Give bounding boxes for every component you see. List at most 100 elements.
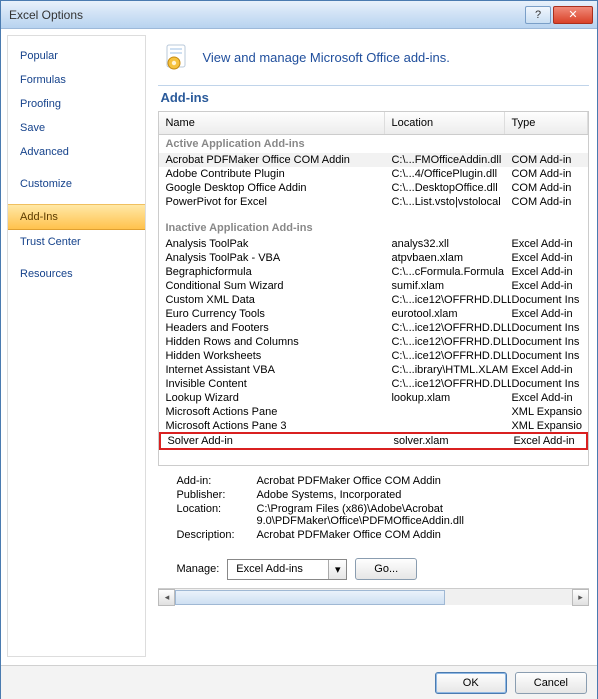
cell-type: COM Add-in bbox=[511, 196, 582, 208]
manage-select[interactable]: Excel Add-ins ▾ bbox=[227, 559, 347, 580]
ok-button[interactable]: OK bbox=[435, 672, 507, 694]
cell-name: Adobe Contribute Plugin bbox=[165, 168, 391, 180]
cell-location: C:\...ice12\OFFRHD.DLL bbox=[391, 350, 511, 362]
cancel-button[interactable]: Cancel bbox=[515, 672, 587, 694]
cell-type: Excel Add-in bbox=[511, 266, 582, 278]
table-body[interactable]: Active Application Add-insAcrobat PDFMak… bbox=[159, 135, 588, 465]
table-row[interactable]: Headers and FootersC:\...ice12\OFFRHD.DL… bbox=[159, 321, 588, 335]
go-button[interactable]: Go... bbox=[355, 558, 417, 580]
group-header: Inactive Application Add-ins bbox=[159, 219, 588, 237]
sidebar-item-proofing[interactable]: Proofing bbox=[8, 92, 145, 116]
cell-name: Invisible Content bbox=[165, 378, 391, 390]
table-row[interactable]: Google Desktop Office AddinC:\...Desktop… bbox=[159, 181, 588, 195]
cell-type: COM Add-in bbox=[511, 182, 582, 194]
table-row[interactable]: PowerPivot for ExcelC:\...List.vsto|vsto… bbox=[159, 195, 588, 209]
sidebar-item-popular[interactable]: Popular bbox=[8, 44, 145, 68]
sidebar-item-formulas[interactable]: Formulas bbox=[8, 68, 145, 92]
manage-row: Manage: Excel Add-ins ▾ Go... bbox=[158, 542, 589, 588]
cell-name: Headers and Footers bbox=[165, 322, 391, 334]
cell-name: Google Desktop Office Addin bbox=[165, 182, 391, 194]
cell-name: Microsoft Actions Pane 3 bbox=[165, 420, 391, 432]
sidebar-item-advanced[interactable]: Advanced bbox=[8, 140, 145, 164]
col-header-location[interactable]: Location bbox=[385, 112, 505, 134]
cell-location: atpvbaen.xlam bbox=[391, 252, 511, 264]
manage-select-value: Excel Add-ins bbox=[228, 563, 328, 575]
detail-row: Description:Acrobat PDFMaker Office COM … bbox=[176, 528, 583, 542]
horizontal-scrollbar[interactable]: ◂ ▸ bbox=[158, 588, 589, 605]
group-header: Active Application Add-ins bbox=[159, 135, 588, 153]
cell-type: Excel Add-in bbox=[511, 280, 582, 292]
dialog-footer: OK Cancel bbox=[1, 665, 597, 699]
table-row[interactable]: Internet Assistant VBAC:\...ibrary\HTML.… bbox=[159, 363, 588, 377]
cell-type: XML Expansio bbox=[511, 420, 582, 432]
cell-location: C:\...ibrary\HTML.XLAM bbox=[391, 364, 511, 376]
help-button[interactable]: ? bbox=[525, 6, 551, 24]
table-row[interactable]: Analysis ToolPakanalys32.xllExcel Add-in bbox=[159, 237, 588, 251]
scroll-right-icon[interactable]: ▸ bbox=[572, 589, 589, 606]
scroll-thumb[interactable] bbox=[175, 590, 445, 605]
cell-type: Excel Add-in bbox=[511, 308, 582, 320]
table-row[interactable]: Solver Add-insolver.xlamExcel Add-in bbox=[159, 432, 588, 450]
cell-type: Document Ins bbox=[511, 378, 582, 390]
banner-text: View and manage Microsoft Office add-ins… bbox=[202, 50, 449, 65]
detail-label: Description: bbox=[176, 529, 256, 541]
cell-name: Hidden Rows and Columns bbox=[165, 336, 391, 348]
addins-table: Name Location Type Active Application Ad… bbox=[158, 111, 589, 466]
table-row[interactable]: Euro Currency Toolseurotool.xlamExcel Ad… bbox=[159, 307, 588, 321]
scroll-track[interactable] bbox=[175, 589, 572, 606]
cell-name: PowerPivot for Excel bbox=[165, 196, 391, 208]
cell-type: XML Expansio bbox=[511, 406, 582, 418]
cell-type: Document Ins bbox=[511, 336, 582, 348]
table-row[interactable]: BegraphicformulaC:\...cFormula.FormulaEx… bbox=[159, 265, 588, 279]
sidebar: PopularFormulasProofingSaveAdvanced Custo… bbox=[7, 35, 146, 657]
cell-location: C:\...4/OfficePlugin.dll bbox=[391, 168, 511, 180]
cell-type: Excel Add-in bbox=[511, 364, 582, 376]
cell-location bbox=[391, 406, 511, 418]
cell-location: analys32.xll bbox=[391, 238, 511, 250]
detail-value: Acrobat PDFMaker Office COM Addin bbox=[256, 529, 583, 541]
table-row[interactable]: Microsoft Actions Pane 3 XML Expansio bbox=[159, 419, 588, 433]
detail-label: Publisher: bbox=[176, 489, 256, 501]
table-row[interactable]: Acrobat PDFMaker Office COM AddinC:\...F… bbox=[159, 153, 588, 167]
table-row[interactable]: Analysis ToolPak - VBAatpvbaen.xlamExcel… bbox=[159, 251, 588, 265]
sidebar-item-customize[interactable]: Customize bbox=[8, 172, 145, 196]
banner: View and manage Microsoft Office add-ins… bbox=[158, 39, 589, 85]
table-row[interactable]: Adobe Contribute PluginC:\...4/OfficePlu… bbox=[159, 167, 588, 181]
cell-location: C:\...ice12\OFFRHD.DLL bbox=[391, 322, 511, 334]
col-header-name[interactable]: Name bbox=[159, 112, 385, 134]
table-row[interactable]: Lookup Wizardlookup.xlamExcel Add-in bbox=[159, 391, 588, 405]
table-header: Name Location Type bbox=[159, 112, 588, 135]
addins-icon bbox=[164, 43, 192, 71]
cell-location: C:\...ice12\OFFRHD.DLL bbox=[391, 378, 511, 390]
table-row[interactable]: Hidden Rows and ColumnsC:\...ice12\OFFRH… bbox=[159, 335, 588, 349]
scroll-left-icon[interactable]: ◂ bbox=[158, 589, 175, 606]
close-button[interactable]: ✕ bbox=[553, 6, 593, 24]
cell-name: Analysis ToolPak - VBA bbox=[165, 252, 391, 264]
detail-row: Publisher:Adobe Systems, Incorporated bbox=[176, 488, 583, 502]
sidebar-item-save[interactable]: Save bbox=[8, 116, 145, 140]
sidebar-item-add-ins[interactable]: Add-Ins bbox=[8, 204, 145, 230]
col-header-type[interactable]: Type bbox=[505, 112, 588, 134]
addin-details: Add-in:Acrobat PDFMaker Office COM Addin… bbox=[158, 466, 589, 542]
cell-name: Custom XML Data bbox=[165, 294, 391, 306]
cell-name: Lookup Wizard bbox=[165, 392, 391, 404]
table-row[interactable]: Microsoft Actions Pane XML Expansio bbox=[159, 405, 588, 419]
cell-name: Microsoft Actions Pane bbox=[165, 406, 391, 418]
sidebar-item-resources[interactable]: Resources bbox=[8, 262, 145, 286]
cell-location: lookup.xlam bbox=[391, 392, 511, 404]
sidebar-item-trust-center[interactable]: Trust Center bbox=[8, 230, 145, 254]
table-row[interactable]: Invisible ContentC:\...ice12\OFFRHD.DLLD… bbox=[159, 377, 588, 391]
cell-location: C:\...cFormula.Formula bbox=[391, 266, 511, 278]
detail-label: Location: bbox=[176, 503, 256, 527]
section-title: Add-ins bbox=[158, 85, 589, 111]
cell-name: Analysis ToolPak bbox=[165, 238, 391, 250]
table-row[interactable]: Conditional Sum Wizardsumif.xlamExcel Ad… bbox=[159, 279, 588, 293]
cell-type: COM Add-in bbox=[511, 168, 582, 180]
cell-location: sumif.xlam bbox=[391, 280, 511, 292]
table-row[interactable]: Custom XML DataC:\...ice12\OFFRHD.DLLDoc… bbox=[159, 293, 588, 307]
cell-location: solver.xlam bbox=[393, 435, 513, 447]
window-title: Excel Options bbox=[9, 8, 523, 22]
cell-name: Conditional Sum Wizard bbox=[165, 280, 391, 292]
cell-name: Begraphicformula bbox=[165, 266, 391, 278]
table-row[interactable]: Hidden WorksheetsC:\...ice12\OFFRHD.DLLD… bbox=[159, 349, 588, 363]
